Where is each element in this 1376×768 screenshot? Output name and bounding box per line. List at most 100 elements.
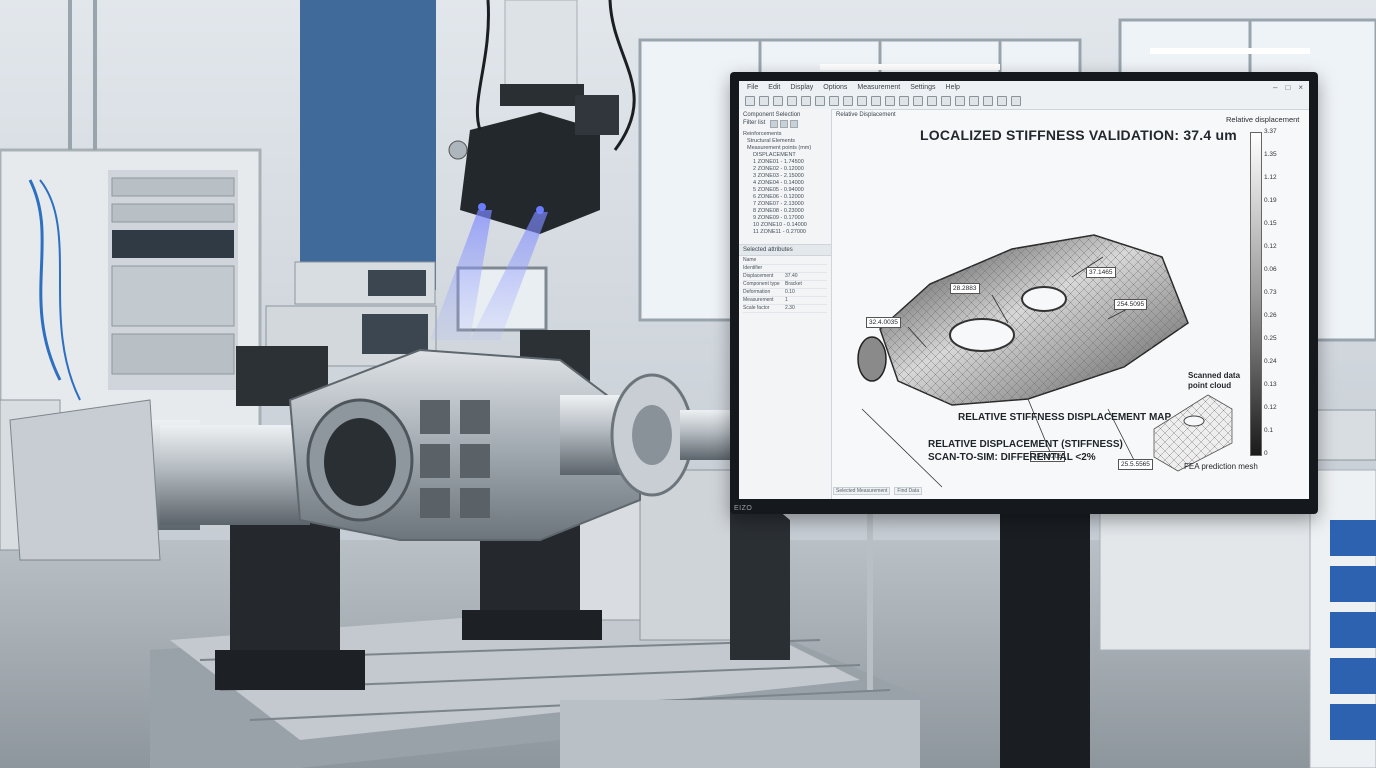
screen: File Edit Display Options Measurement Se… (739, 81, 1309, 499)
property-row[interactable]: Displacement 37.40 (743, 273, 827, 281)
menu-measurement[interactable]: Measurement (857, 84, 900, 91)
property-value: 1 (785, 297, 788, 303)
collapse-icon[interactable] (790, 120, 799, 128)
close-button[interactable]: × (1298, 83, 1303, 92)
callout-label: 28.2883 (950, 283, 980, 294)
fit-icon[interactable] (913, 96, 923, 106)
new-icon[interactable] (745, 96, 755, 106)
tree-node[interactable]: 2 ZONE02 - 0.12000 (743, 166, 827, 173)
tree-node[interactable]: 8 ZONE08 - 0.23000 (743, 208, 827, 215)
print-icon[interactable] (787, 96, 797, 106)
tree-node[interactable]: 6 ZONE06 - 0.12000 (743, 194, 827, 201)
tree-node[interactable]: 9 ZONE09 - 0.17000 (743, 215, 827, 222)
tree-node[interactable]: Measurement points (mm) (743, 145, 827, 152)
tick-label: 0.13 (1264, 381, 1277, 388)
displacement-caption: RELATIVE DISPLACEMENT (STIFFNESS) (928, 439, 1123, 450)
redo-icon[interactable] (857, 96, 867, 106)
undo-icon[interactable] (843, 96, 853, 106)
paste-icon[interactable] (829, 96, 839, 106)
tree-node[interactable]: 11 ZONE11 - 0.27000 (743, 229, 827, 236)
tree-node[interactable]: 3 ZONE03 - 2.15000 (743, 173, 827, 180)
property-value (785, 265, 827, 272)
tree-node[interactable]: 7 ZONE07 - 2.13000 (743, 201, 827, 208)
tab-find-data[interactable]: Find Data (894, 487, 923, 495)
tick-label: 0.26 (1264, 312, 1277, 319)
menu-file[interactable]: File (747, 84, 758, 91)
tree-node[interactable]: DISPLACEMENT (743, 152, 827, 159)
callout-label: 37.1465 (1086, 267, 1116, 278)
tab-selected-measurement[interactable]: Selected Measurement (833, 487, 891, 495)
tick-label: 0.1 (1264, 427, 1274, 434)
export-icon[interactable] (997, 96, 1007, 106)
settings-icon[interactable] (1011, 96, 1021, 106)
menu-help[interactable]: Help (946, 84, 960, 91)
tick-label: 0.06 (1264, 266, 1277, 273)
tick-label: 0 (1264, 450, 1268, 457)
panel-title: Component Selection (743, 112, 801, 118)
filter-icon[interactable] (770, 120, 779, 128)
expand-icon[interactable] (780, 120, 789, 128)
menu-display[interactable]: Display (790, 84, 813, 91)
open-icon[interactable] (759, 96, 769, 106)
minimize-button[interactable]: – (1273, 83, 1277, 92)
property-key: Measurement (743, 297, 774, 303)
property-row[interactable]: Measurement 1 (743, 297, 827, 305)
mesh-icon[interactable] (941, 96, 951, 106)
blue-column (300, 0, 436, 290)
scanned-point-cloud (1153, 394, 1233, 472)
component-tree: Reinforcements Structural Elements Measu… (739, 129, 831, 238)
tree-node[interactable]: 5 ZONE05 - 0.94000 (743, 187, 827, 194)
menu-edit[interactable]: Edit (768, 84, 780, 91)
copy-icon[interactable] (815, 96, 825, 106)
save-icon[interactable] (773, 96, 783, 106)
property-value: 2.30 (785, 305, 795, 311)
tree-node[interactable]: Structural Elements (743, 138, 827, 145)
tree-node[interactable]: Reinforcements (743, 131, 827, 138)
property-row[interactable]: Scale factor 2.30 (743, 305, 827, 313)
color-icon[interactable] (983, 96, 993, 106)
cut-icon[interactable] (801, 96, 811, 106)
filter-label: Filter list (743, 120, 766, 126)
tree-node[interactable]: 1 ZONE01 - 1.74500 (743, 159, 827, 166)
pan-icon[interactable] (899, 96, 909, 106)
menu-options[interactable]: Options (823, 84, 847, 91)
window-controls: – □ × (1273, 83, 1303, 92)
property-key: Scale factor (743, 305, 770, 311)
tick-label: 3.37 (1264, 128, 1277, 135)
menu-settings[interactable]: Settings (910, 84, 935, 91)
property-row[interactable]: Identifier (743, 265, 827, 273)
3d-viewport[interactable]: Relative Displacement LOCALIZED STIFFNES… (832, 109, 1309, 499)
property-value: Bracket (785, 281, 802, 287)
property-value (785, 257, 827, 264)
monitor-brand-logo: EIZO (734, 505, 753, 512)
zoom-icon[interactable] (871, 96, 881, 106)
measure-icon[interactable] (927, 96, 937, 106)
property-row[interactable]: Name (743, 257, 827, 265)
tree-node[interactable]: 4 ZONE04 - 0.14000 (743, 180, 827, 187)
property-key: Deformation (743, 289, 771, 295)
maximize-button[interactable]: □ (1285, 83, 1290, 92)
menu-bar: File Edit Display Options Measurement Se… (739, 81, 1309, 110)
layer-icon[interactable] (969, 96, 979, 106)
tick-label: 1.35 (1264, 151, 1277, 158)
status-tabs: Selected Measurement Find Data (833, 487, 923, 495)
monitor: File Edit Display Options Measurement Se… (730, 72, 1318, 514)
tick-label: 0.25 (1264, 335, 1277, 342)
bracket-mesh-overlay (880, 235, 1188, 405)
differential-caption: SCAN-TO-SIM: DIFFERENTIAL <2% (928, 452, 1096, 463)
bracket-boss (857, 336, 887, 382)
property-key: Component type (743, 281, 780, 287)
property-row[interactable]: Deformation 0.10 (743, 289, 827, 297)
tick-label: 0.24 (1264, 358, 1277, 365)
tick-label: 0.73 (1264, 289, 1277, 296)
tick-label: 0.12 (1264, 243, 1277, 250)
rotate-icon[interactable] (885, 96, 895, 106)
properties-table: Name Identifier Displacement 37.40 Compon… (739, 256, 831, 314)
grid-icon[interactable] (955, 96, 965, 106)
property-row[interactable]: Component type Bracket (743, 281, 827, 289)
bracket-hole-small (1021, 286, 1067, 312)
tree-node[interactable]: 10 ZONE10 - 0.14000 (743, 222, 827, 229)
toolbar (745, 96, 1021, 106)
properties-header: Selected attributes (739, 244, 831, 256)
bracket-hole-large (949, 318, 1015, 352)
